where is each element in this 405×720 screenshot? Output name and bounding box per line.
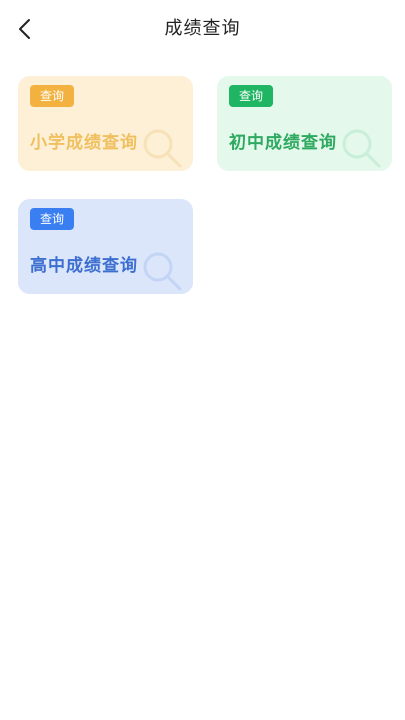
query-badge: 查询 [30,208,74,230]
junior-high-score-card[interactable]: 查询 初中成绩查询 [217,76,392,171]
primary-school-score-card[interactable]: 查询 小学成绩查询 [18,76,193,171]
query-badge: 查询 [229,85,273,107]
magnifier-icon [143,252,182,291]
card-label: 小学成绩查询 [30,133,138,153]
page-title: 成绩查询 [164,18,241,39]
query-badge: 查询 [30,85,74,107]
magnifier-icon [143,129,182,168]
magnifier-icon [342,129,381,168]
card-label: 初中成绩查询 [229,133,337,153]
navigation-bar: 成绩查询 [0,0,405,60]
card-label: 高中成绩查询 [30,256,138,276]
senior-high-score-card[interactable]: 查询 高中成绩查询 [18,199,193,294]
